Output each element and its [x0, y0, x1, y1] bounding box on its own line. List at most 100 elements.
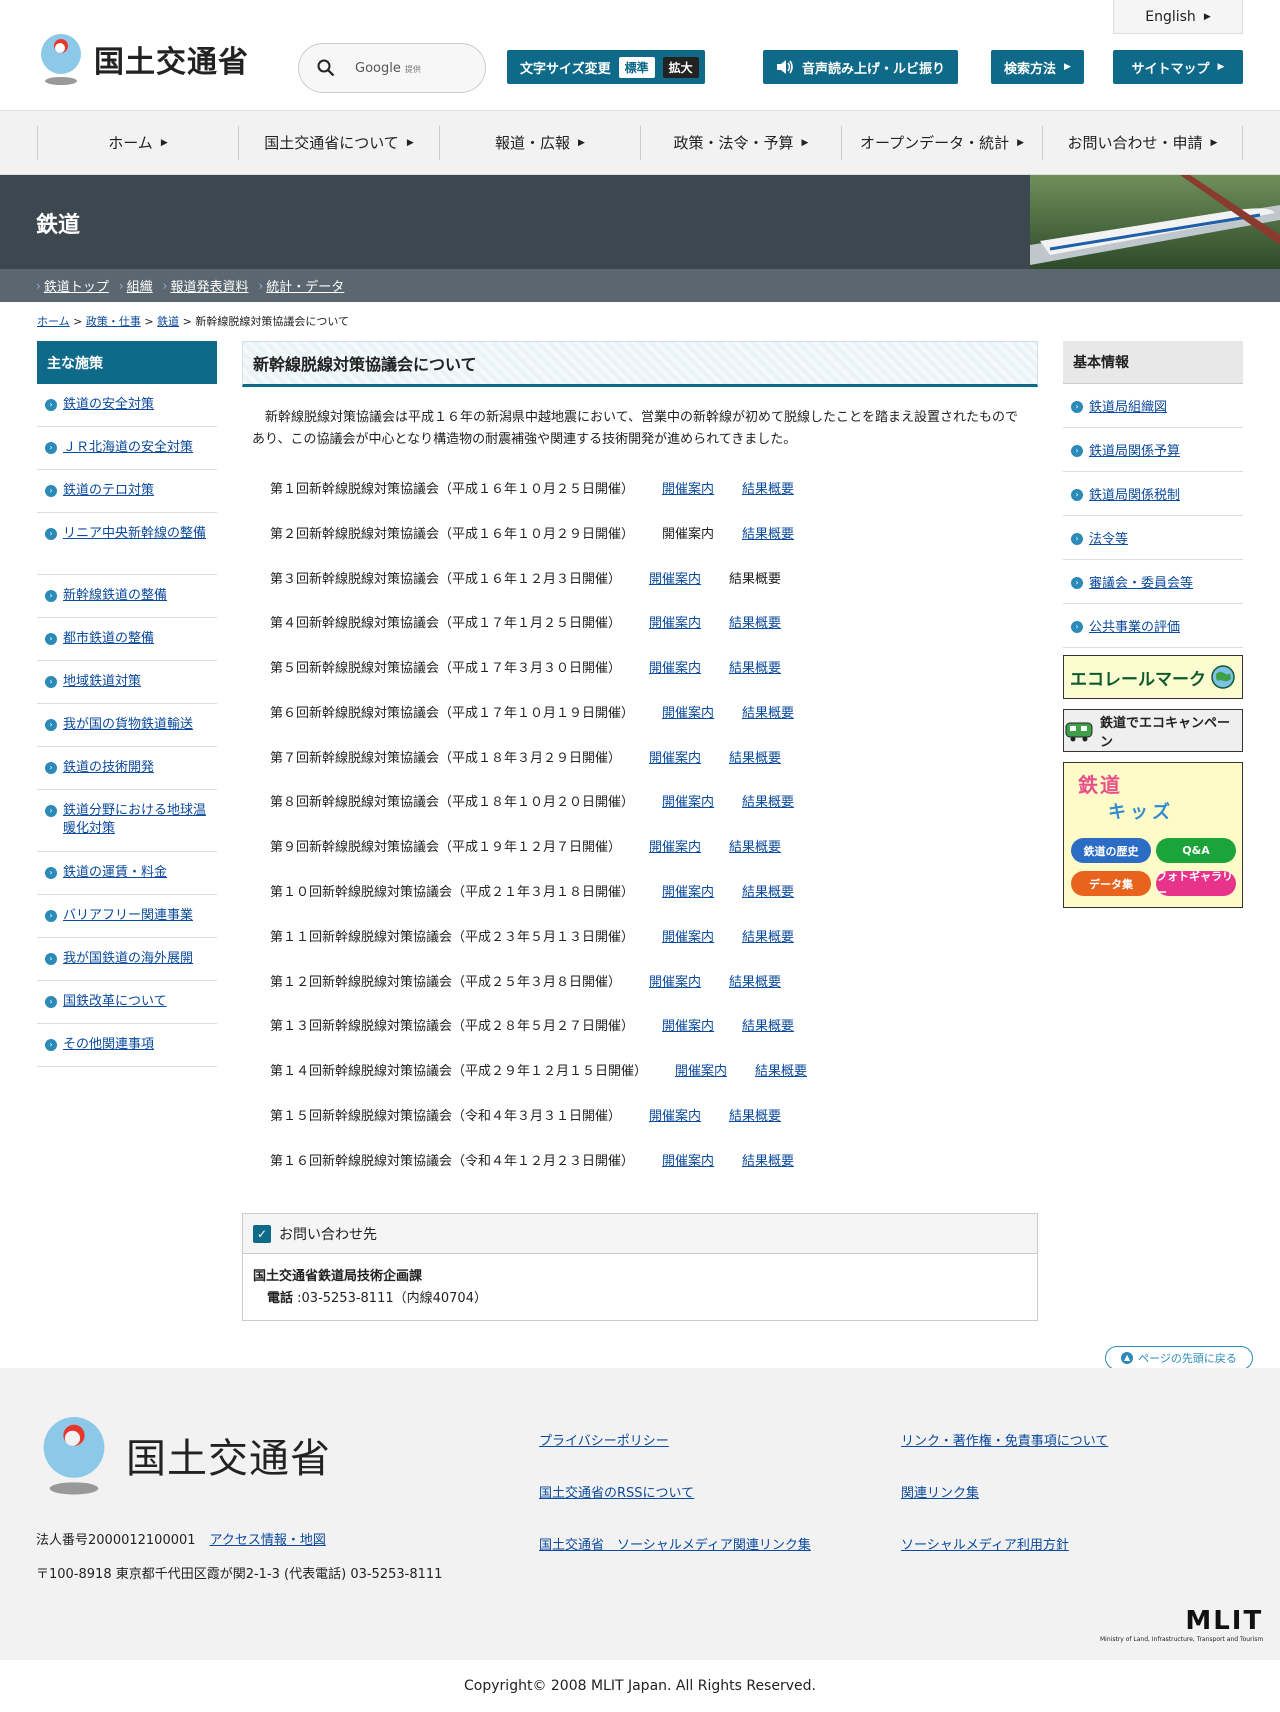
meeting-notice-link[interactable]: 開催案内 — [662, 881, 714, 900]
sidebar-item-label[interactable]: バリアフリー関連事業 — [63, 907, 193, 925]
sidebar-item-label[interactable]: 鉄道の安全対策 — [63, 396, 154, 414]
rside-item-label[interactable]: 公共事業の評価 — [1089, 616, 1180, 635]
subnav-railway-top[interactable]: 鉄道トップ — [44, 276, 109, 295]
rside-item[interactable]: › 公共事業の評価 — [1063, 604, 1243, 648]
sidebar-item-label[interactable]: 国鉄改革について — [63, 993, 167, 1011]
subnav-press-release[interactable]: 報道発表資料 — [170, 276, 248, 295]
font-size-large-button[interactable]: 拡大 — [662, 56, 699, 78]
sidebar-item-label[interactable]: 鉄道分野における地球温暖化対策 — [63, 802, 209, 838]
meeting-summary-link[interactable]: 結果概要 — [742, 881, 794, 900]
related-links-link[interactable]: 関連リンク集 — [901, 1482, 979, 1501]
eco-campaign-banner[interactable]: 鉄道でエコキャンペーン — [1063, 709, 1243, 752]
sidebar-item[interactable]: › ＪＲ北海道の安全対策 — [37, 427, 217, 470]
sidebar-item[interactable]: › その他関連事項 — [37, 1024, 217, 1067]
meeting-summary-link[interactable]: 結果概要 — [742, 523, 794, 542]
footer-logo[interactable]: 国土交通省 — [36, 1414, 331, 1496]
meeting-summary-link[interactable]: 結果概要 — [729, 836, 781, 855]
gnav-item-policy[interactable]: 政策・法令・予算 ▶ — [640, 125, 841, 160]
sidebar-item[interactable]: › 地域鉄道対策 — [37, 661, 217, 704]
rside-item[interactable]: › 鉄道局関係税制 — [1063, 472, 1243, 516]
meeting-summary-link[interactable]: 結果概要 — [742, 702, 794, 721]
access-map-link[interactable]: アクセス情報・地図 — [210, 1533, 326, 1548]
rss-link[interactable]: 国土交通省のRSSについて — [539, 1482, 694, 1501]
meeting-summary-link[interactable]: 結果概要 — [729, 747, 781, 766]
kids-gallery-button[interactable]: フォトギャラリー — [1156, 870, 1236, 899]
meeting-notice-link[interactable]: 開催案内 — [662, 926, 714, 945]
sidebar-item[interactable]: › 鉄道の運賃・料金 — [37, 852, 217, 895]
search-help-button[interactable]: 検索方法 ▶ — [991, 50, 1084, 84]
search-box[interactable]: Google 提供 — [298, 43, 486, 93]
sidebar-item[interactable]: › 新幹線鉄道の整備 — [37, 575, 217, 618]
copyright-disclaimer-link[interactable]: リンク・著作権・免責事項について — [901, 1430, 1108, 1449]
rside-item-label[interactable]: 鉄道局関係予算 — [1089, 440, 1180, 459]
eco-rail-mark-banner[interactable]: エコレールマーク — [1063, 655, 1243, 699]
meeting-notice-link[interactable]: 開催案内 — [649, 836, 701, 855]
meeting-summary-link[interactable]: 結果概要 — [742, 478, 794, 497]
sidebar-item[interactable]: › 都市鉄道の整備 — [37, 618, 217, 661]
sidebar-item-label[interactable]: リニア中央新幹線の整備 — [63, 525, 206, 543]
subnav-organization[interactable]: 組織 — [127, 276, 153, 295]
gnav-item-press[interactable]: 報道・広報 ▶ — [439, 125, 640, 160]
meeting-notice-link[interactable]: 開催案内 — [649, 1105, 701, 1124]
rside-item[interactable]: › 法令等 — [1063, 516, 1243, 560]
meeting-summary-link[interactable]: 結果概要 — [742, 1015, 794, 1034]
meeting-summary-link[interactable]: 結果概要 — [742, 1150, 794, 1169]
gnav-item-contact[interactable]: お問い合わせ・申請 ▶ — [1042, 125, 1243, 160]
sidebar-item[interactable]: › 我が国の貨物鉄道輸送 — [37, 704, 217, 747]
sidebar-item-label[interactable]: 鉄道の技術開発 — [63, 759, 154, 777]
sitemap-button[interactable]: サイトマップ ▶ — [1113, 50, 1243, 84]
sidebar-item-label[interactable]: 都市鉄道の整備 — [63, 630, 154, 648]
back-to-top-button[interactable]: ▲ ページの先頭に戻る — [1105, 1346, 1253, 1370]
meeting-notice-link[interactable]: 開催案内 — [649, 612, 701, 631]
rside-item-label[interactable]: 法令等 — [1089, 528, 1128, 547]
sidebar-item[interactable]: › バリアフリー関連事業 — [37, 895, 217, 938]
meeting-notice-link[interactable]: 開催案内 — [675, 1060, 727, 1079]
sidebar-item[interactable]: › 鉄道の安全対策 — [37, 384, 217, 427]
meeting-summary-link[interactable]: 結果概要 — [729, 612, 781, 631]
kids-railway-banner[interactable]: 鉄道 キッズ 鉄道の歴史 Q&A データ集 フォトギャラリー — [1063, 762, 1243, 908]
sidebar-item-label[interactable]: ＪＲ北海道の安全対策 — [63, 439, 193, 457]
meeting-notice-link[interactable]: 開催案内 — [649, 971, 701, 990]
english-link[interactable]: English ▶ — [1113, 0, 1243, 34]
font-size-standard-button[interactable]: 標準 — [618, 56, 655, 78]
sidebar-item-label[interactable]: 我が国の貨物鉄道輸送 — [63, 716, 193, 734]
meeting-summary-link[interactable]: 結果概要 — [755, 1060, 807, 1079]
meeting-notice-link[interactable]: 開催案内 — [662, 1015, 714, 1034]
sidebar-item[interactable]: › 鉄道のテロ対策 — [37, 470, 217, 513]
privacy-policy-link[interactable]: プライバシーポリシー — [539, 1430, 669, 1449]
meeting-notice-link[interactable]: 開催案内 — [662, 702, 714, 721]
meeting-summary-link[interactable]: 結果概要 — [742, 791, 794, 810]
breadcrumb-policy[interactable]: 政策・仕事 — [86, 315, 141, 328]
meeting-summary-link[interactable]: 結果概要 — [729, 971, 781, 990]
gnav-item-about[interactable]: 国土交通省について ▶ — [238, 125, 439, 160]
meeting-notice-link[interactable]: 開催案内 — [649, 657, 701, 676]
meeting-notice-link[interactable]: 開催案内 — [649, 747, 701, 766]
sidebar-item[interactable]: › 国鉄改革について — [37, 981, 217, 1024]
sidebar-item-label[interactable]: 我が国鉄道の海外展開 — [63, 950, 193, 968]
kids-qa-button[interactable]: Q&A — [1156, 838, 1236, 863]
rside-item-label[interactable]: 鉄道局組織図 — [1089, 396, 1167, 415]
meeting-notice-link[interactable]: 開催案内 — [662, 1150, 714, 1169]
meeting-notice-link[interactable]: 開催案内 — [662, 791, 714, 810]
social-media-links-link[interactable]: 国土交通省 ソーシャルメディア関連リンク集 — [539, 1534, 811, 1553]
read-aloud-button[interactable]: 音声読み上げ・ルビ振り — [763, 50, 959, 84]
site-logo[interactable]: 国土交通省 — [36, 32, 249, 86]
gnav-item-home[interactable]: ホーム ▶ — [37, 125, 238, 160]
meeting-summary-link[interactable]: 結果概要 — [729, 657, 781, 676]
sidebar-item-label[interactable]: 鉄道の運賃・料金 — [63, 864, 167, 882]
rside-item-label[interactable]: 審議会・委員会等 — [1089, 572, 1193, 591]
gnav-item-opendata[interactable]: オープンデータ・統計 ▶ — [841, 125, 1042, 160]
meeting-summary-link[interactable]: 結果概要 — [742, 926, 794, 945]
sidebar-item-label[interactable]: 地域鉄道対策 — [63, 673, 141, 691]
subnav-statistics[interactable]: 統計・データ — [266, 276, 344, 295]
meeting-notice-link[interactable]: 開催案内 — [649, 568, 701, 587]
search-input[interactable]: Google 提供 — [355, 61, 421, 76]
kids-history-button[interactable]: 鉄道の歴史 — [1071, 838, 1151, 863]
rside-item[interactable]: › 鉄道局組織図 — [1063, 384, 1243, 428]
rside-item[interactable]: › 鉄道局関係予算 — [1063, 428, 1243, 472]
rside-item-label[interactable]: 鉄道局関係税制 — [1089, 484, 1180, 503]
sidebar-item-label[interactable]: その他関連事項 — [63, 1036, 154, 1054]
meeting-notice-link[interactable]: 開催案内 — [662, 478, 714, 497]
rside-item[interactable]: › 審議会・委員会等 — [1063, 560, 1243, 604]
sidebar-item-label[interactable]: 鉄道のテロ対策 — [63, 482, 154, 500]
